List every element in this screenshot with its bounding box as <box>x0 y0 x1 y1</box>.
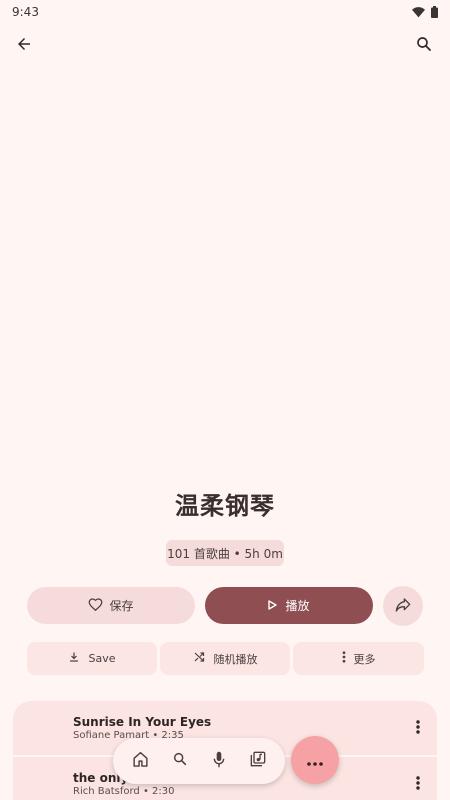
download-button-label: Save <box>88 652 116 665</box>
more-vert-icon <box>342 651 346 666</box>
back-button[interactable] <box>10 32 38 60</box>
playlist-title: 温柔钢琴 <box>175 492 275 520</box>
secondary-action-row: Save 随机播放 更多 <box>27 642 424 675</box>
download-icon <box>68 651 80 666</box>
mic-icon <box>213 751 225 772</box>
download-button[interactable]: Save <box>27 642 157 675</box>
more-button[interactable]: 更多 <box>293 642 424 675</box>
nav-search-button[interactable] <box>166 747 194 775</box>
wifi-icon <box>412 6 425 18</box>
play-button-label: 播放 <box>285 599 310 613</box>
track-subtitle: Rich Batsford • 2:30 <box>73 786 175 797</box>
search-button[interactable] <box>410 32 438 60</box>
bottom-navigation <box>113 738 285 784</box>
heart-icon <box>88 597 103 614</box>
track-title: Sunrise In Your Eyes <box>73 715 212 729</box>
more-vert-icon <box>416 775 420 794</box>
play-icon <box>268 599 278 613</box>
library-music-icon <box>250 751 266 771</box>
nav-voice-button[interactable] <box>205 747 233 775</box>
home-icon <box>132 751 149 771</box>
status-time: 9:43 <box>12 5 39 19</box>
more-horiz-icon <box>307 751 323 770</box>
search-icon <box>172 751 188 771</box>
track-more-button[interactable] <box>413 718 423 738</box>
arrow-left-icon <box>15 35 33 57</box>
playlist-info-chip: 101 首歌曲 • 5h 0m <box>166 540 284 566</box>
shuffle-button[interactable]: 随机播放 <box>160 642 290 675</box>
share-icon <box>395 597 411 616</box>
save-button[interactable]: 保存 <box>27 587 195 624</box>
battery-icon <box>431 6 438 18</box>
play-button[interactable]: 播放 <box>205 587 373 624</box>
primary-action-row: 保存 播放 <box>27 586 424 626</box>
search-icon <box>415 35 433 57</box>
nav-home-button[interactable] <box>127 747 155 775</box>
nav-library-button[interactable] <box>244 747 272 775</box>
shuffle-button-label: 随机播放 <box>213 652 258 666</box>
top-app-bar <box>0 28 450 68</box>
track-more-button[interactable] <box>413 774 423 794</box>
more-button-label: 更多 <box>353 652 376 666</box>
fab-more-button[interactable] <box>291 736 339 784</box>
status-bar: 9:43 <box>0 0 450 24</box>
more-vert-icon <box>416 719 420 738</box>
share-button[interactable] <box>383 586 423 626</box>
save-button-label: 保存 <box>109 599 134 613</box>
shuffle-icon <box>193 651 206 666</box>
status-icons <box>412 6 438 18</box>
